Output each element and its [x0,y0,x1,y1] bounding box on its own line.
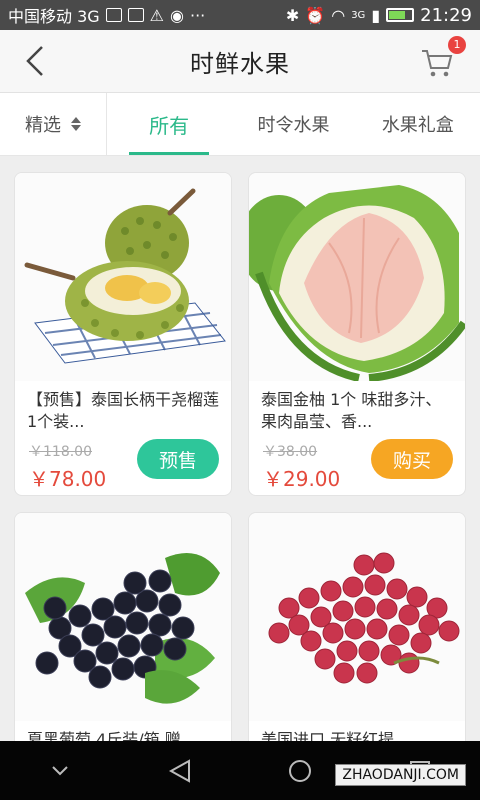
clock: 21:29 [420,4,472,26]
page-title: 时鲜水果 [190,49,290,78]
category-tabs: 精选 所有 时令水果 水果礼盒 [0,93,480,156]
product-name: 美国进口 无籽红提... [261,730,410,742]
chevron-left-icon [26,46,43,76]
red-grape-image [249,513,465,721]
app-icon: ◉ [170,5,184,25]
battery-icon [386,8,415,22]
product-card[interactable]: 美国进口 无籽红提... [248,512,466,742]
signal-icon: ▮ [371,5,381,25]
product-name: 【预售】泰国长柄干尧榴莲 1个装... [27,390,220,431]
sale-price: ￥78.00 [29,467,107,491]
product-grid: 【预售】泰国长柄干尧榴莲 1个装... ￥118.00 ￥78.00 预售 泰国… [14,172,466,742]
image-icon [127,8,144,22]
bluetooth-icon: ✱ [285,5,300,25]
buy-button[interactable]: 购买 [371,439,453,479]
home-nav-button[interactable] [282,753,318,789]
original-price: ￥38.00 [263,444,318,460]
back-nav-button[interactable] [162,753,198,789]
durian-image [15,173,231,381]
product-name: 夏黑葡萄 4斤装/箱 赠... [27,730,197,742]
back-button[interactable] [18,42,52,80]
watermark: ZHAODANJI.COM [335,764,466,786]
cart-icon [422,50,453,77]
black-grape-image [15,513,231,721]
original-price: ￥118.00 [29,444,92,460]
product-card[interactable]: 【预售】泰国长柄干尧榴莲 1个装... ￥118.00 ￥78.00 预售 [14,172,232,496]
filter-label: 精选 [25,115,61,136]
hide-keyboard-button[interactable] [42,753,78,789]
sale-price: ￥29.00 [263,467,341,491]
triangle-back-icon [168,758,190,783]
status-bar: 中国移动 3G ⚠ ◉ ··· ✱ ⏰ ◠ 3G ▮ 21:29 [0,0,480,30]
product-card[interactable]: 夏黑葡萄 4斤装/箱 赠... [14,512,232,742]
tab-all[interactable]: 所有 [107,93,231,155]
more-icon: ··· [189,5,206,25]
pomelo-image [249,173,465,381]
sort-icon [71,117,81,131]
wifi-icon: ◠ [331,5,346,25]
product-card[interactable]: 泰国金柚 1个 味甜多汁、果肉晶莹、香... ￥38.00 ￥29.00 购买 [248,172,466,496]
notification-icon: ⚠ [149,5,165,25]
presale-button[interactable]: 预售 [137,439,219,479]
sim-icon [105,8,122,22]
alarm-icon: ⏰ [305,5,326,25]
tab-seasonal-fruit[interactable]: 时令水果 [231,93,355,155]
cart-count-badge: 1 [448,36,466,54]
filter-dropdown[interactable]: 精选 [0,93,107,155]
cart-button[interactable]: 1 [420,36,466,80]
carrier-label: 中国移动 3G [8,7,100,26]
network-label: 3G [351,9,366,21]
tab-fruit-gift-box[interactable]: 水果礼盒 [356,93,480,155]
circle-home-icon [289,759,311,782]
top-app-bar: 时鲜水果 1 [0,30,480,93]
product-name: 泰国金柚 1个 味甜多汁、果肉晶莹、香... [261,390,442,431]
chevron-down-icon [52,765,68,775]
